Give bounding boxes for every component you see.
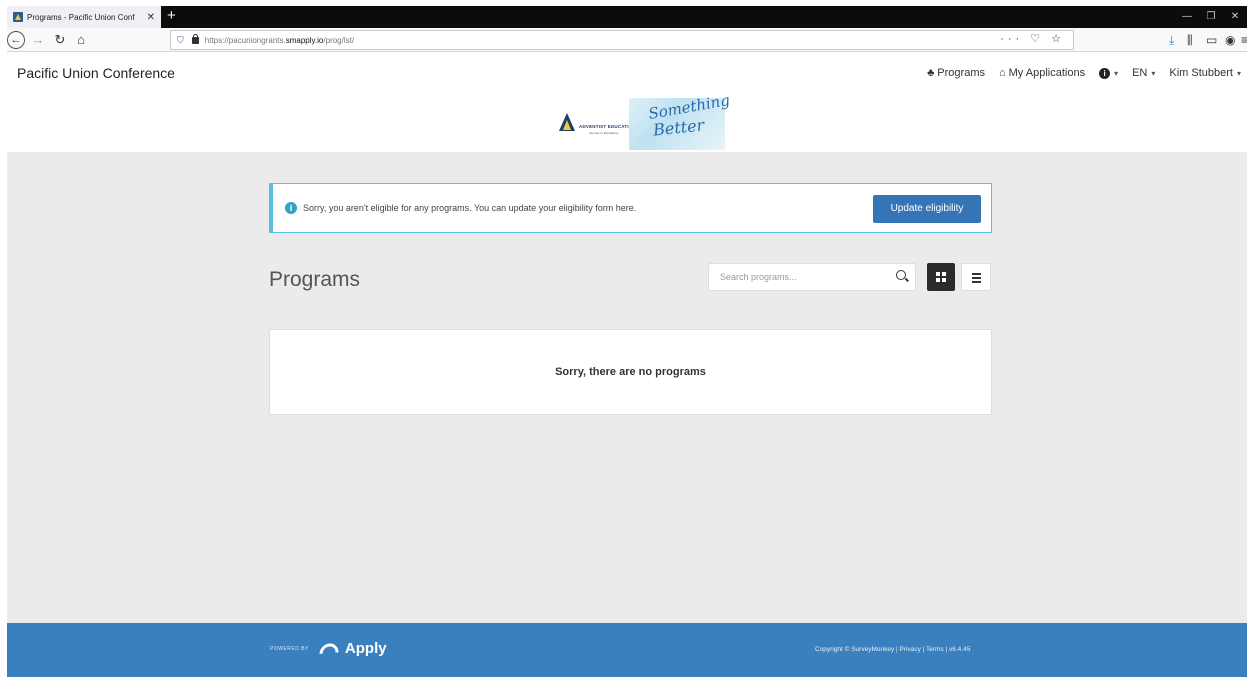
url-prefix: https://pacuniongrants. — [204, 35, 286, 45]
user-menu[interactable]: Kim Stubbert ▾ — [1169, 67, 1241, 79]
browser-window: Programs - Pacific Union Conf ✕ + — ❐ ✕ … — [7, 0, 1247, 677]
apply-wordmark: Apply — [344, 640, 387, 657]
eligibility-alert: i Sorry, you aren't eligible for any pro… — [269, 183, 992, 233]
logo-tagline: Journey to Excellence — [589, 131, 619, 135]
search-icon[interactable] — [896, 270, 906, 280]
account-icon[interactable]: ◉ — [1225, 31, 1235, 49]
alert-message: Sorry, you aren't eligible for any progr… — [303, 203, 637, 213]
restore-icon[interactable]: ❐ — [1199, 6, 1223, 28]
empty-message: Sorry, there are no programs — [555, 366, 706, 378]
nav-my-applications[interactable]: ⌂ My Applications — [999, 67, 1085, 79]
nav-my-applications-label: My Applications — [1008, 67, 1086, 79]
minimize-icon[interactable]: — — [1175, 6, 1199, 28]
language-label: EN — [1132, 67, 1148, 79]
tab-bar: Programs - Pacific Union Conf ✕ + — ❐ ✕ — [7, 6, 1247, 28]
logo-org-name: ADVENTIST EDUCATION — [579, 124, 636, 129]
top-navigation: ♣ Programs ⌂ My Applications i ▾ EN ▾ Ki… — [913, 67, 1241, 79]
new-tab-button[interactable]: + — [167, 7, 176, 25]
info-icon: i — [285, 202, 297, 214]
site-brand[interactable]: Pacific Union Conference — [17, 65, 175, 81]
browser-tab[interactable]: Programs - Pacific Union Conf ✕ — [7, 6, 161, 28]
programs-icon: ♣ — [927, 67, 935, 79]
menu-icon[interactable]: ≡ — [1241, 31, 1247, 49]
list-view-button[interactable] — [961, 263, 991, 291]
reload-icon[interactable]: ↻ — [53, 31, 67, 49]
chevron-down-icon: ▾ — [1236, 68, 1241, 78]
help-menu[interactable]: i ▾ — [1099, 67, 1119, 79]
forward-icon[interactable]: → — [31, 31, 45, 49]
grid-view-button[interactable] — [927, 263, 955, 291]
search-input[interactable] — [709, 264, 885, 290]
tab-title: Programs - Pacific Union Conf — [27, 12, 135, 22]
logo-mark-accent — [563, 120, 571, 130]
info-icon: i — [1099, 67, 1111, 79]
site-footer: POWERED BY Apply Copyright © SurveyMonke… — [7, 623, 1247, 677]
url-host: smapply.io — [285, 35, 324, 45]
download-icon[interactable]: ⤓ — [1169, 31, 1174, 49]
page-actions-icons[interactable]: ··· ♡ ☆ — [1000, 32, 1065, 45]
main-content: i Sorry, you aren't eligible for any pro… — [7, 152, 1247, 623]
language-selector[interactable]: EN ▾ — [1132, 67, 1155, 79]
address-bar[interactable]: ⛉ https://pacuniongrants. smapply.io/prog… — [170, 30, 1074, 50]
home-icon: ⌂ — [998, 67, 1006, 79]
close-tab-icon[interactable]: ✕ — [147, 12, 155, 23]
page-title: Programs — [269, 268, 361, 291]
chevron-down-icon: ▾ — [1114, 68, 1119, 78]
user-name: Kim Stubbert — [1169, 67, 1233, 79]
library-icon[interactable]: ⫼ — [1187, 31, 1193, 49]
navigation-toolbar: ← → ↻ ⌂ ⛉ https://pacuniongrants. smapply… — [7, 28, 1247, 52]
favicon-icon — [13, 12, 23, 22]
home-icon[interactable]: ⌂ — [73, 31, 89, 49]
nav-programs-label: Programs — [937, 67, 985, 79]
nav-programs[interactable]: ♣ Programs — [927, 67, 985, 79]
update-eligibility-button[interactable]: Update eligibility — [873, 195, 981, 223]
chevron-down-icon: ▾ — [1151, 68, 1156, 78]
site-header: Pacific Union Conference ♣ Programs ⌂ My… — [7, 52, 1247, 152]
lock-icon[interactable] — [191, 33, 199, 44]
footer-copyright[interactable]: Copyright © SurveyMonkey | Privacy | Ter… — [815, 646, 970, 653]
url-path: /prog/lst/ — [323, 35, 355, 45]
powered-by-apply[interactable]: POWERED BY Apply — [270, 640, 387, 657]
empty-programs-panel: Sorry, there are no programs — [269, 329, 992, 415]
back-icon[interactable]: ← — [7, 31, 25, 49]
sidebar-icon[interactable]: ▭ — [1206, 31, 1217, 49]
apply-logo-icon — [315, 642, 341, 656]
adventist-education-logo: ADVENTIST EDUCATION Journey to Excellenc… — [545, 91, 731, 150]
shield-icon[interactable]: ⛉ — [177, 35, 184, 46]
powered-by-label: POWERED BY — [270, 645, 309, 652]
program-search — [708, 263, 916, 291]
window-close-icon[interactable]: ✕ — [1223, 6, 1247, 28]
